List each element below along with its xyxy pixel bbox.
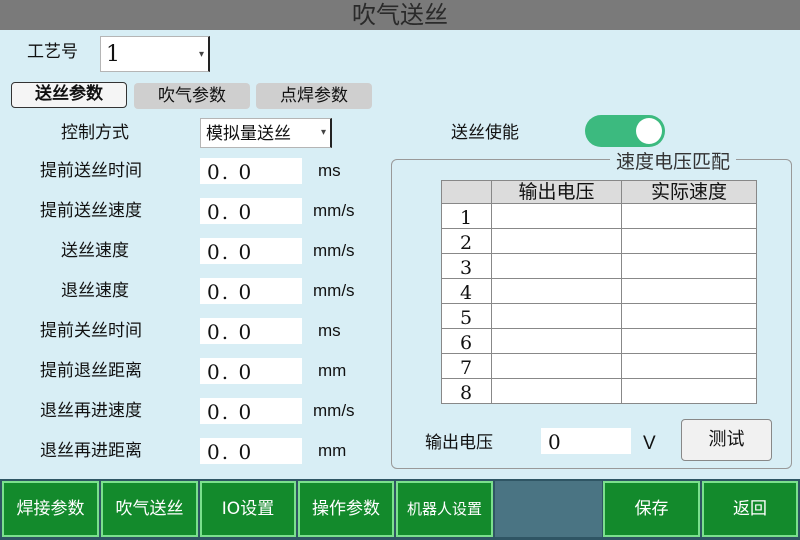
param-unit: mm [318, 361, 347, 380]
output-voltage-label: 输出电压 [425, 433, 493, 453]
table-row: 5 [441, 303, 757, 329]
param-label: 送丝速度 [61, 241, 129, 261]
voltage-cell[interactable] [491, 378, 622, 404]
speed-cell[interactable] [621, 328, 757, 354]
param-input-advance-feed-time[interactable]: 0. 0 [200, 158, 302, 184]
toggle-knob [636, 118, 662, 144]
column-header: 输出电压 [491, 180, 622, 204]
speed-cell[interactable] [621, 253, 757, 279]
param-input-advance-retract-distance[interactable]: 0. 0 [200, 358, 302, 384]
speed-cell[interactable] [621, 303, 757, 329]
table-row: 1 [441, 203, 757, 229]
speed-cell[interactable] [621, 278, 757, 304]
param-input-feed-speed[interactable]: 0. 0 [200, 238, 302, 264]
param-input-advance-feed-speed[interactable]: 0. 0 [200, 198, 302, 224]
speed-voltage-table: 输出电压 实际速度 1 2 3 4 5 6 7 8 [441, 180, 757, 404]
table-row: 7 [441, 353, 757, 379]
param-label: 提前送丝速度 [40, 201, 142, 221]
table-row: 3 [441, 253, 757, 279]
tab-spot-weld-params[interactable]: 点焊参数 [256, 83, 372, 109]
table-corner [441, 180, 492, 204]
nav-operation-params-button[interactable]: 操作参数 [298, 481, 394, 537]
group-title: 速度电压匹配 [610, 150, 737, 174]
param-unit: ms [318, 161, 341, 180]
chevron-down-icon: ▾ [320, 127, 326, 138]
title-bar: 吹气送丝 [0, 0, 800, 30]
voltage-cell[interactable] [491, 303, 622, 329]
tab-wire-params[interactable]: 送丝参数 [11, 82, 127, 108]
speed-cell[interactable] [621, 228, 757, 254]
window-title: 吹气送丝 [352, 1, 448, 29]
param-label: 退丝再进速度 [40, 401, 142, 421]
nav-weld-params-button[interactable]: 焊接参数 [2, 481, 99, 537]
voltage-cell[interactable] [491, 203, 622, 229]
row-number: 5 [441, 303, 492, 329]
row-number: 4 [441, 278, 492, 304]
test-button[interactable]: 测试 [681, 419, 772, 461]
param-unit: mm [318, 441, 347, 460]
param-label: 提前关丝时间 [40, 321, 142, 341]
wire-enable-label: 送丝使能 [451, 123, 519, 143]
speed-cell[interactable] [621, 353, 757, 379]
wire-enable-toggle[interactable] [585, 115, 665, 147]
param-label: 提前退丝距离 [40, 361, 142, 381]
output-voltage-input[interactable]: 0 [541, 428, 631, 454]
nav-io-settings-button[interactable]: IO设置 [200, 481, 296, 537]
row-number: 2 [441, 228, 492, 254]
voltage-cell[interactable] [491, 353, 622, 379]
table-row: 2 [441, 228, 757, 254]
param-unit: mm/s [313, 401, 355, 420]
param-input-refeed-speed[interactable]: 0. 0 [200, 398, 302, 424]
voltage-cell[interactable] [491, 328, 622, 354]
table-row: 4 [441, 278, 757, 304]
control-mode-value: 模拟量送丝 [206, 124, 291, 144]
param-unit: ms [318, 321, 341, 340]
column-header: 实际速度 [621, 180, 757, 204]
param-unit: mm/s [313, 201, 355, 220]
save-button[interactable]: 保存 [603, 481, 700, 537]
param-label: 退丝再进距离 [40, 441, 142, 461]
table-row: 6 [441, 328, 757, 354]
param-input-retract-speed[interactable]: 0. 0 [200, 278, 302, 304]
back-button[interactable]: 返回 [702, 481, 798, 537]
row-number: 6 [441, 328, 492, 354]
voltage-cell[interactable] [491, 278, 622, 304]
speed-cell[interactable] [621, 378, 757, 404]
row-number: 3 [441, 253, 492, 279]
tab-blow-params[interactable]: 吹气参数 [134, 83, 250, 109]
param-unit: mm/s [313, 281, 355, 300]
process-label: 工艺号 [27, 42, 78, 62]
nav-blow-wire-button[interactable]: 吹气送丝 [101, 481, 198, 537]
speed-cell[interactable] [621, 203, 757, 229]
voltage-cell[interactable] [491, 253, 622, 279]
control-mode-select[interactable]: 模拟量送丝 ▾ [200, 118, 332, 148]
param-unit: mm/s [313, 241, 355, 260]
nav-robot-settings-button[interactable]: 机器人设置 [396, 481, 493, 537]
row-number: 7 [441, 353, 492, 379]
chevron-down-icon: ▾ [198, 49, 204, 60]
param-input-refeed-distance[interactable]: 0. 0 [200, 438, 302, 464]
process-value: 1 [106, 42, 120, 67]
param-input-advance-stop-time[interactable]: 0. 0 [200, 318, 302, 344]
row-number: 1 [441, 203, 492, 229]
control-mode-label: 控制方式 [61, 123, 129, 143]
param-label: 提前送丝时间 [40, 161, 142, 181]
process-select[interactable]: 1 ▾ [100, 36, 210, 72]
row-number: 8 [441, 378, 492, 404]
voltage-cell[interactable] [491, 228, 622, 254]
param-label: 退丝速度 [61, 281, 129, 301]
nav-blank-slot [495, 481, 602, 537]
table-row: 8 [441, 378, 757, 404]
output-voltage-unit: V [643, 433, 656, 454]
